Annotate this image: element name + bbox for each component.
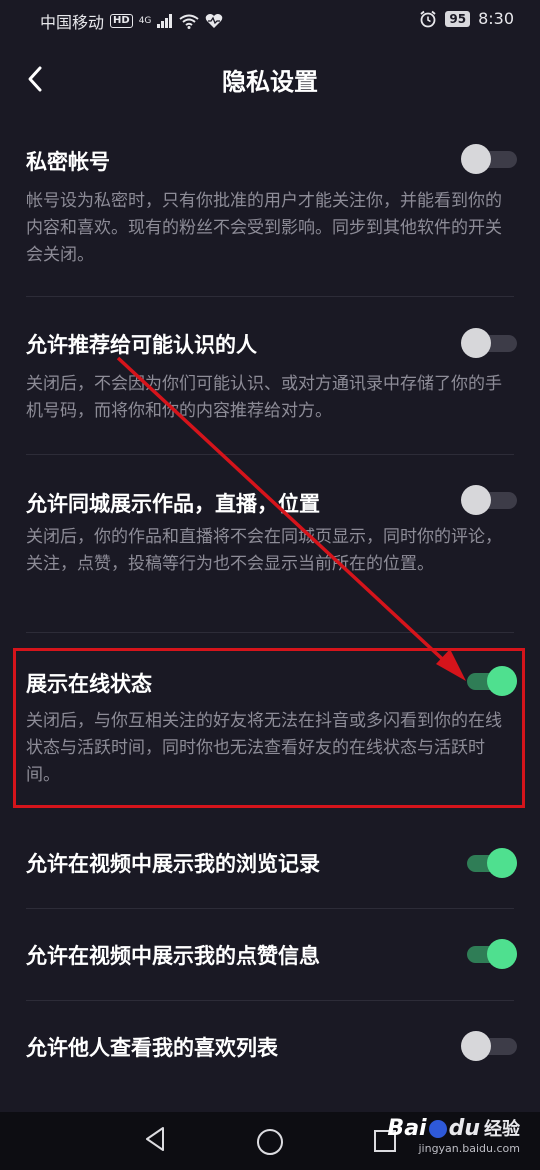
page-title: 隐私设置 [222,68,318,96]
toggle-knob [461,1031,491,1061]
circle-home-icon[interactable] [257,1129,283,1155]
setting-show-browsing-history: 允许在视频中展示我的浏览记录 [0,830,540,910]
divider [26,454,514,455]
likes-info-toggle[interactable] [461,939,517,969]
divider [26,632,514,633]
heart-pulse-icon [206,14,223,28]
toggle-knob [487,666,517,696]
setting-title: 私密帐号 [26,150,110,174]
divider [26,908,514,909]
watermark-du: du [448,1116,480,1141]
status-bar: 中国移动 HD 4G 95 8:30 [0,0,540,38]
toggle-knob [461,144,491,174]
divider [26,1000,514,1001]
divider [26,296,514,297]
hd-badge: HD [110,14,133,28]
clock: 8:30 [478,9,514,28]
setting-title: 允许在视频中展示我的点赞信息 [26,944,320,968]
setting-description: 关闭后，你的作品和直播将不会在同城页显示，同时你的评论，关注，点赞，投稿等行为也… [26,527,502,574]
triangle-back-icon[interactable] [144,1126,166,1152]
setting-description: 关闭后，与你互相关注的好友将无法在抖音或多闪看到你的在线状态与活跃时间，同时你也… [26,711,502,785]
private-account-toggle[interactable] [461,144,517,174]
setting-title: 允许推荐给可能认识的人 [26,333,257,357]
toggle-knob [461,485,491,515]
setting-online-status: 展示在线状态 关闭后，与你互相关注的好友将无法在抖音或多闪看到你的在线状态与活跃… [0,650,540,810]
network-label: 4G [138,15,152,26]
setting-description: 帐号设为私密时，只有你批准的用户才能关注你，并能看到你的内容和喜欢。现有的粉丝不… [26,191,502,265]
setting-like-list-visibility: 允许他人查看我的喜欢列表 [0,1014,540,1094]
baidu-watermark: Bai du 经验 jingyan.baidu.com [387,1116,520,1155]
watermark-word: 经验 [484,1119,520,1140]
watermark-brand: Bai du 经验 [387,1116,520,1143]
like-list-toggle[interactable] [461,1031,517,1061]
paw-icon [428,1120,447,1138]
wifi-icon [179,14,200,29]
carrier-name: 中国移动 [40,13,105,32]
setting-description: 关闭后，不会因为你们可能认识、或对方通讯录中存储了你的手机号码，而将你和你的内容… [26,374,502,421]
setting-title: 允许同城展示作品，直播，位置 [26,492,320,516]
setting-local-display: 允许同城展示作品，直播，位置 关闭后，你的作品和直播将不会在同城页显示，同时你的… [0,472,540,633]
toggle-knob [487,848,517,878]
toggle-knob [461,328,491,358]
browsing-history-toggle[interactable] [461,848,517,878]
network-type: 4G [138,15,152,26]
setting-title: 展示在线状态 [26,672,152,696]
setting-private-account: 私密帐号 帐号设为私密时，只有你批准的用户才能关注你，并能看到你的内容和喜欢。现… [0,130,540,297]
watermark-url: jingyan.baidu.com [418,1142,520,1155]
page-header: 隐私设置 [0,50,540,104]
alarm-icon [420,10,436,27]
watermark-bai: Bai [387,1116,427,1141]
local-display-toggle[interactable] [461,485,517,515]
setting-show-likes-info: 允许在视频中展示我的点赞信息 [0,922,540,1002]
online-status-toggle[interactable] [461,666,517,696]
signal-icon [157,14,173,28]
battery-indicator: 95 [445,10,471,27]
status-right: 95 8:30 [419,9,514,28]
setting-title: 允许他人查看我的喜欢列表 [26,1036,278,1060]
setting-title: 允许在视频中展示我的浏览记录 [26,852,320,876]
toggle-knob [487,939,517,969]
status-left: 中国移动 HD 4G [40,9,223,33]
recommend-toggle[interactable] [461,328,517,358]
setting-recommend-to-acquaintances: 允许推荐给可能认识的人 关闭后，不会因为你们可能认识、或对方通讯录中存储了你的手… [0,316,540,472]
